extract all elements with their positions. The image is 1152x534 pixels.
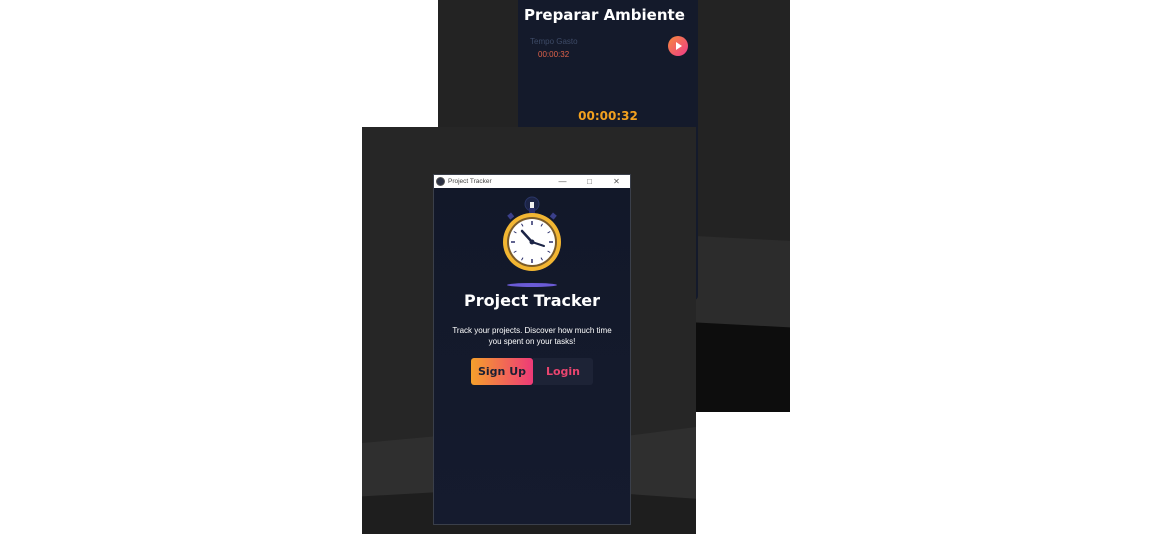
total-time: 00:00:32 — [578, 109, 638, 123]
play-icon — [676, 42, 682, 50]
close-button[interactable]: ✕ — [603, 175, 630, 188]
foreground-screenshot: Project Tracker — □ ✕ Project Tracker Tr… — [362, 127, 696, 534]
app-tagline: Track your projects. Discover how much t… — [452, 326, 612, 346]
project-tracker-window: Project Tracker — □ ✕ Project Tracker Tr… — [433, 174, 631, 525]
auth-button-group: Sign Up Login — [471, 358, 593, 385]
elapsed-value: 00:00:32 — [538, 50, 570, 59]
app-icon — [436, 177, 445, 186]
minimize-button[interactable]: — — [549, 175, 576, 188]
titlebar[interactable]: Project Tracker — □ ✕ — [434, 175, 630, 188]
maximize-button[interactable]: □ — [576, 175, 603, 188]
stopwatch-icon — [503, 196, 561, 271]
app-name-heading: Project Tracker — [464, 291, 600, 310]
elapsed-label: Tempo Gasto — [530, 37, 578, 46]
login-button[interactable]: Login — [533, 358, 593, 385]
window-controls: — □ ✕ — [549, 175, 630, 188]
window-title: Project Tracker — [448, 178, 492, 185]
stopwatch-shadow — [507, 283, 557, 287]
welcome-screen: Project Tracker Track your projects. Dis… — [434, 188, 630, 524]
sign-up-button[interactable]: Sign Up — [471, 358, 533, 385]
task-title: Preparar Ambiente — [524, 6, 685, 24]
play-button[interactable] — [668, 36, 688, 56]
